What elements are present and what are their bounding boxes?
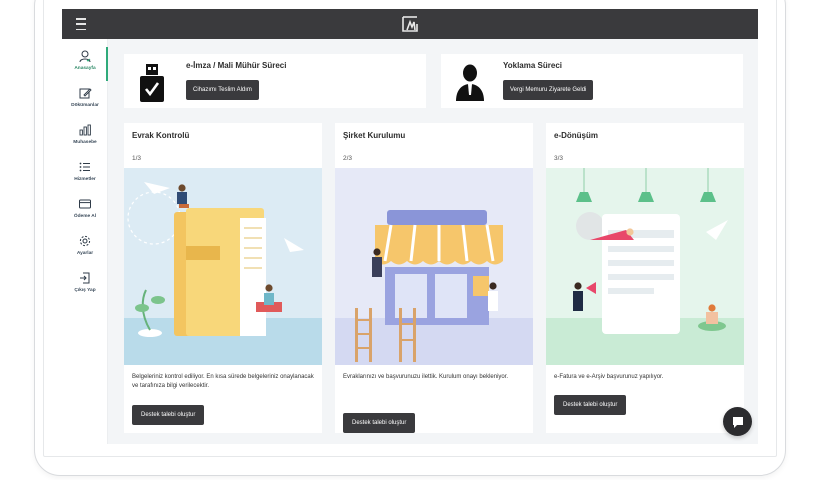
app-screen: Anasayfa Dökümanlar Muhasebe Hizmetler Ö…	[62, 9, 758, 444]
person-silhouette-icon	[456, 64, 484, 101]
shop-setup-illustration	[335, 168, 533, 365]
sidebar-item-dokumanlar[interactable]: Dökümanlar	[62, 84, 108, 118]
menu-icon[interactable]	[76, 18, 86, 30]
top-bar	[62, 9, 758, 39]
step-description: e-Fatura ve e-Arşiv başvurunuz yapılıyor…	[554, 374, 664, 380]
sidebar-item-muhasebe[interactable]: Muhasebe	[62, 121, 108, 155]
main-content: e-İmza / Mali Mühür Süreci Cihazımı Tesl…	[108, 39, 758, 444]
bar-chart-icon	[79, 124, 91, 136]
support-request-button[interactable]: Destek talebi oluştur	[343, 413, 416, 433]
step-title: Şirket Kurulumu	[343, 131, 406, 140]
sidebar-item-label: Muhasebe	[73, 140, 97, 145]
usb-token-icon	[140, 64, 164, 102]
sidebar-item-label: Dökümanlar	[71, 103, 99, 108]
step-card-evrak-kontrolu: Evrak Kontrolü 1/3 Belgeleriniz kontrol …	[124, 123, 322, 433]
officer-visited-button[interactable]: Vergi Memuru Ziyarete Geldi	[503, 80, 594, 100]
step-card-e-donusum: e-Dönüşüm 3/3 e-Fatura ve e-Arşiv başvur…	[546, 123, 744, 433]
step-title: Evrak Kontrolü	[132, 131, 190, 140]
sidebar-item-anasayfa[interactable]: Anasayfa	[62, 47, 108, 81]
edit-icon	[79, 88, 92, 99]
sidebar-item-ayarlar[interactable]: Ayarlar	[62, 232, 108, 266]
sidebar-item-cikis-yap[interactable]: Çıkış Yap	[62, 269, 108, 303]
brand-logo	[402, 16, 418, 32]
step-number: 2/3	[343, 155, 353, 162]
esign-card: e-İmza / Mali Mühür Süreci Cihazımı Tesl…	[124, 54, 426, 108]
step-number: 3/3	[554, 155, 564, 162]
user-icon	[79, 50, 91, 63]
device-received-button[interactable]: Cihazımı Teslim Aldım	[186, 80, 259, 100]
sidebar-item-label: Anasayfa	[74, 66, 96, 71]
gear-icon	[79, 235, 91, 247]
document-check-illustration	[124, 168, 322, 365]
esign-title: e-İmza / Mali Mühür Süreci	[186, 61, 287, 70]
support-request-button[interactable]: Destek talebi oluştur	[132, 405, 205, 425]
sidebar-item-hizmetler[interactable]: Hizmetler	[62, 158, 108, 192]
chat-bubble-icon	[732, 416, 743, 428]
step-title: e-Dönüşüm	[554, 131, 598, 140]
step-number: 1/3	[132, 155, 142, 162]
sidebar-item-label: Hizmetler	[74, 177, 96, 182]
sidebar-item-label: Ayarlar	[76, 251, 94, 256]
logout-icon	[80, 272, 90, 284]
sidebar-item-label: Çıkış Yap	[74, 288, 96, 293]
sidebar: Anasayfa Dökümanlar Muhasebe Hizmetler Ö…	[62, 39, 108, 444]
step-description: Evraklarınızı ve başvurunuzu ilettik. Ku…	[343, 374, 509, 380]
inspection-title: Yoklama Süreci	[503, 61, 562, 70]
e-transformation-illustration	[546, 168, 744, 365]
credit-card-icon	[79, 199, 91, 209]
sidebar-item-label: Ödeme Al	[73, 214, 97, 219]
inspection-card: Yoklama Süreci Vergi Memuru Ziyarete Gel…	[441, 54, 743, 108]
list-icon	[79, 162, 90, 172]
step-description: Belgeleriniz kontrol ediliyor. En kısa s…	[132, 374, 314, 389]
live-chat-button[interactable]	[723, 407, 752, 436]
step-card-sirket-kurulumu: Şirket Kurulumu 2/3 Evraklarınızı ve baş…	[335, 123, 533, 433]
support-request-button[interactable]: Destek talebi oluştur	[554, 395, 627, 415]
sidebar-item-odeme-al[interactable]: Ödeme Al	[62, 195, 108, 229]
